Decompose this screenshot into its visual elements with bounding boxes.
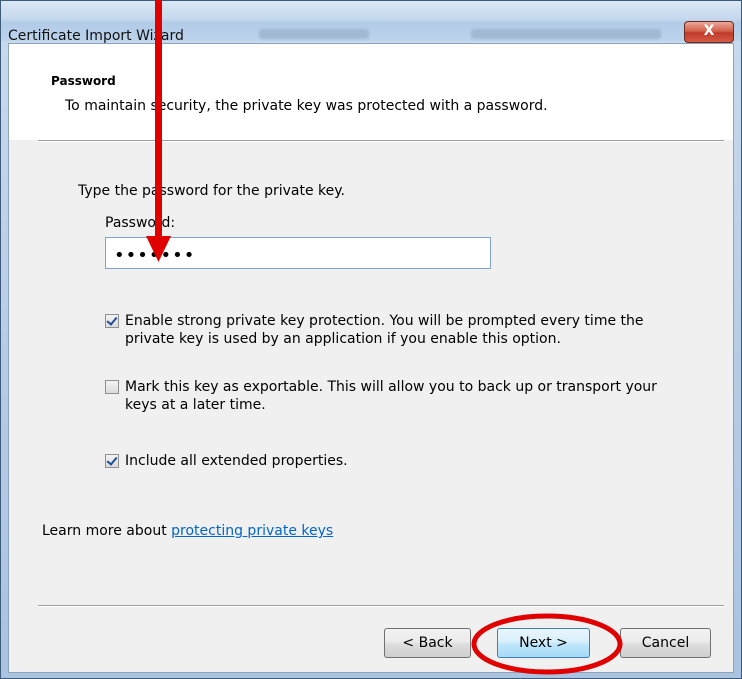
option-label-line: Include all extended properties.	[125, 453, 348, 469]
background-taskbar-blur	[259, 29, 369, 39]
extended-properties-checkbox[interactable]	[105, 454, 119, 468]
background-taskbar-blur	[471, 29, 661, 39]
back-button[interactable]: < Back	[384, 628, 471, 658]
header-divider	[38, 140, 724, 142]
option-label-line: Enable strong private key protection. Yo…	[125, 313, 644, 329]
strong-protection-checkbox[interactable]	[105, 314, 119, 328]
option-label-line: keys at a later time.	[125, 397, 266, 413]
learn-more-line: Learn more about protecting private keys	[42, 522, 333, 540]
cancel-button[interactable]: Cancel	[620, 628, 711, 658]
wizard-header: Password To maintain security, the priva…	[9, 44, 733, 140]
page-title: Password	[51, 74, 116, 88]
option-label-line: private key is used by an application if…	[125, 331, 561, 347]
close-button[interactable]: X	[684, 21, 734, 43]
footer-divider	[38, 605, 724, 607]
wizard-content: Password To maintain security, the priva…	[8, 43, 734, 673]
wizard-window: Certificate Import Wizard X Password To …	[0, 0, 742, 679]
title-bar[interactable]: Certificate Import Wizard X	[1, 1, 741, 44]
protecting-private-keys-link[interactable]: protecting private keys	[171, 523, 333, 539]
option-label-line: Mark this key as exportable. This will a…	[125, 379, 657, 395]
next-button[interactable]: Next >	[497, 628, 590, 658]
instruction-text: Type the password for the private key.	[78, 183, 345, 199]
password-input[interactable]	[105, 237, 491, 269]
password-label: Password:	[105, 215, 176, 231]
exportable-checkbox[interactable]	[105, 380, 119, 394]
learn-more-prefix: Learn more about	[42, 523, 172, 539]
page-subtitle: To maintain security, the private key wa…	[65, 98, 548, 114]
